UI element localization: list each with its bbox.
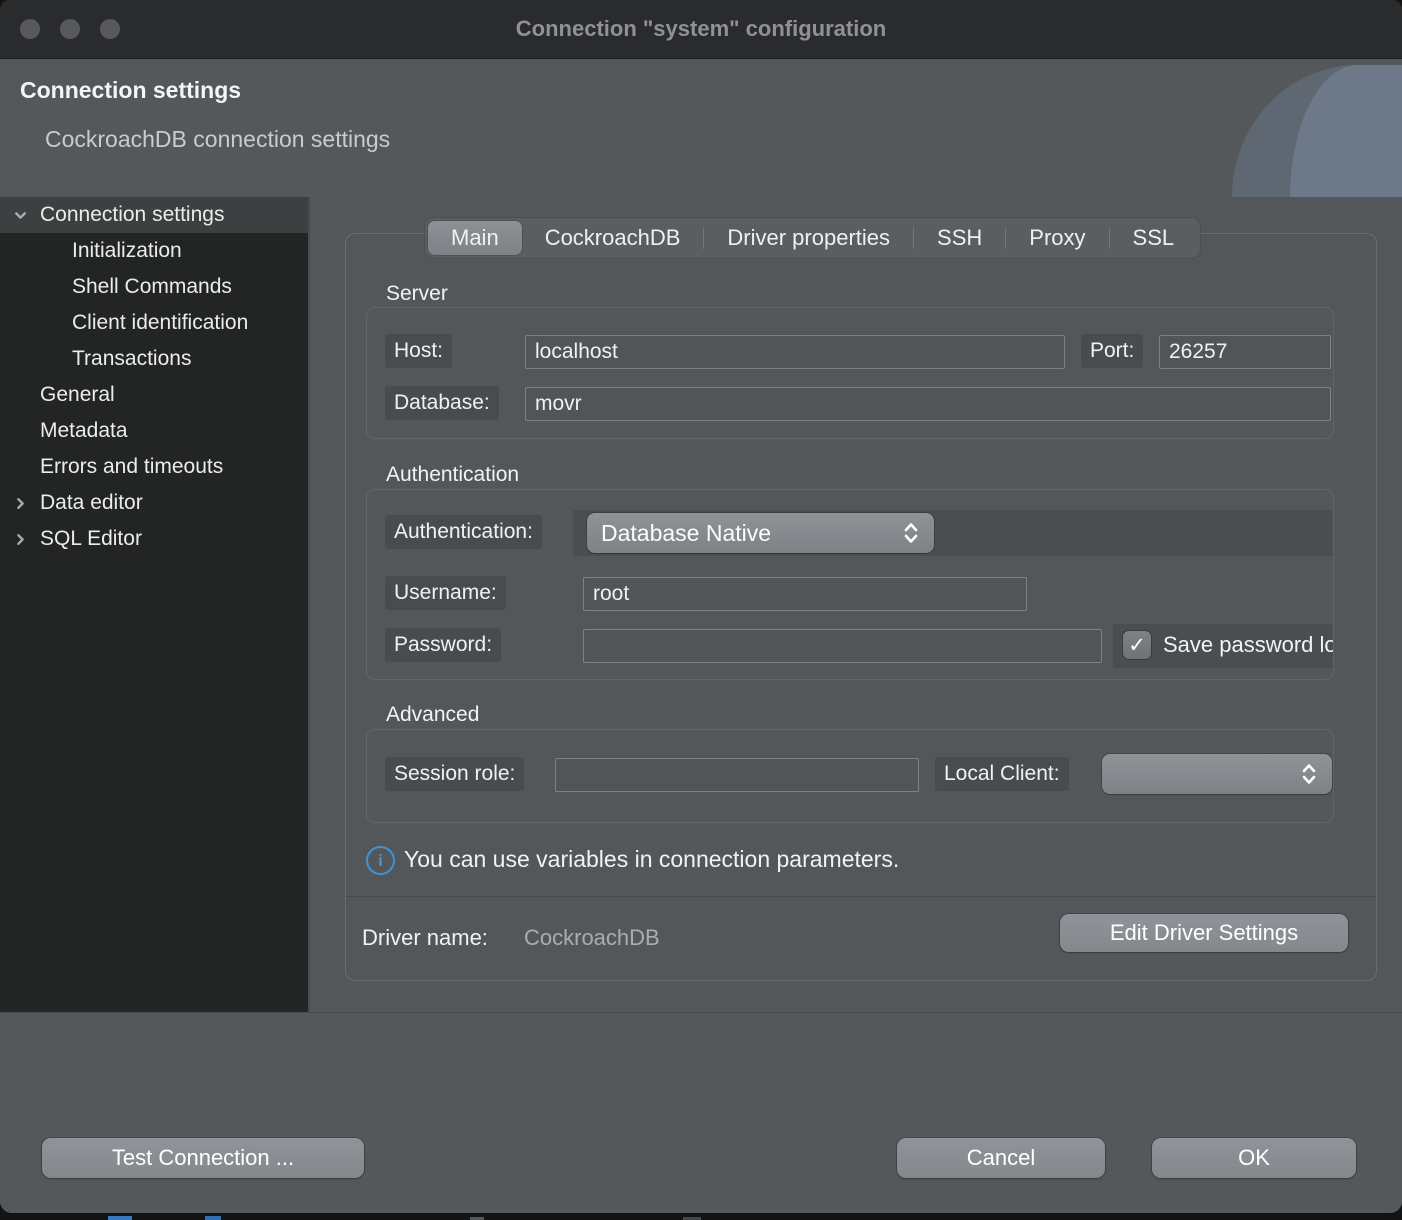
driver-name-value: CockroachDB [524,925,660,951]
advanced-group: Session role: Local Client: [366,729,1334,823]
sidebar-item-client-identification[interactable]: Client identification [0,305,308,341]
sidebar-item-transactions[interactable]: Transactions [0,341,308,377]
chevron-down-icon[interactable] [8,197,32,233]
authentication-group: Authentication: Database Native Username… [366,489,1334,680]
info-icon: i [366,846,395,875]
tab-driver-properties[interactable]: Driver properties [704,221,913,255]
local-client-select[interactable] [1102,754,1332,794]
test-connection-button[interactable]: Test Connection ... [42,1138,364,1178]
sidebar-item-initialization[interactable]: Initialization [0,233,308,269]
updown-chevron-icon [1300,761,1318,787]
title-bar: Connection "system" configuration [0,0,1402,59]
sidebar-item-connection-settings[interactable]: Connection settings [0,197,308,233]
dialog-footer: Test Connection ... Cancel OK [0,1012,1402,1213]
sidebar-item-label: Shell Commands [72,269,232,305]
info-message: You can use variables in connection para… [404,846,899,873]
main-tab-panel: Server Host: Port: Database: Authenticat… [345,233,1377,981]
tab-bar: Main CockroachDB Driver properties SSH P… [425,218,1200,258]
session-role-input[interactable] [555,758,919,792]
server-group: Host: Port: Database: [366,307,1334,439]
server-section-label: Server [386,282,448,306]
sidebar-item-sql-editor[interactable]: SQL Editor [0,521,308,557]
chevron-right-icon[interactable] [8,485,32,521]
sidebar-item-errors-and-timeouts[interactable]: Errors and timeouts [0,449,308,485]
sidebar-item-label: Initialization [72,233,182,269]
sidebar-item-label: SQL Editor [40,521,142,557]
checkmark-icon: ✓ [1128,635,1146,656]
tab-main[interactable]: Main [428,221,522,255]
authentication-select[interactable]: Database Native [587,513,934,553]
username-input[interactable] [583,577,1027,611]
tab-proxy[interactable]: Proxy [1006,221,1108,255]
sidebar-item-label: General [40,377,115,413]
sidebar-item-label: Client identification [72,305,248,341]
advanced-section-label: Advanced [386,703,479,727]
local-client-label: Local Client: [935,757,1069,791]
authentication-select-value: Database Native [601,520,902,547]
connection-config-dialog: Connection "system" configuration Connec… [0,0,1402,1213]
save-password-label: Save password locally [1163,630,1333,660]
port-label: Port: [1081,334,1143,368]
password-input[interactable] [583,629,1102,663]
sidebar-item-data-editor[interactable]: Data editor [0,485,308,521]
username-label: Username: [385,576,506,610]
host-input[interactable] [525,335,1065,369]
panel-separator [346,896,1376,897]
page-title: Connection settings [20,77,241,104]
session-role-label: Session role: [385,757,524,791]
sidebar-item-metadata[interactable]: Metadata [0,413,308,449]
save-password-checkbox[interactable]: ✓ [1123,631,1151,659]
settings-tree: Connection settings Initialization Shell… [0,197,310,1012]
page-subtitle: CockroachDB connection settings [45,126,390,153]
dialog-header: Connection settings CockroachDB connecti… [0,59,1402,197]
sidebar-item-label: Connection settings [40,197,224,233]
edit-driver-settings-button[interactable]: Edit Driver Settings [1060,914,1348,952]
window-title: Connection "system" configuration [0,0,1402,58]
sidebar-item-label: Metadata [40,413,128,449]
sidebar-item-label: Transactions [72,341,191,377]
ok-button[interactable]: OK [1152,1138,1356,1178]
dock-fragment [108,1216,132,1220]
database-input[interactable] [525,387,1331,421]
cancel-button[interactable]: Cancel [897,1138,1105,1178]
authentication-label: Authentication: [385,515,542,549]
dock-fragment [205,1216,221,1220]
updown-chevron-icon [902,520,920,546]
sidebar-item-label: Data editor [40,485,143,521]
password-label: Password: [385,628,501,662]
database-label: Database: [385,386,499,420]
host-label: Host: [385,334,452,368]
tab-cockroachdb[interactable]: CockroachDB [522,221,704,255]
chevron-right-icon[interactable] [8,521,32,557]
port-input[interactable] [1159,335,1331,369]
sidebar-item-label: Errors and timeouts [40,449,223,485]
sidebar-item-shell-commands[interactable]: Shell Commands [0,269,308,305]
tab-ssl[interactable]: SSL [1110,221,1198,255]
driver-name-label: Driver name: [362,925,488,951]
authentication-section-label: Authentication [386,463,519,487]
tab-ssh[interactable]: SSH [914,221,1005,255]
main-content: Main CockroachDB Driver properties SSH P… [310,197,1402,1012]
sidebar-item-general[interactable]: General [0,377,308,413]
